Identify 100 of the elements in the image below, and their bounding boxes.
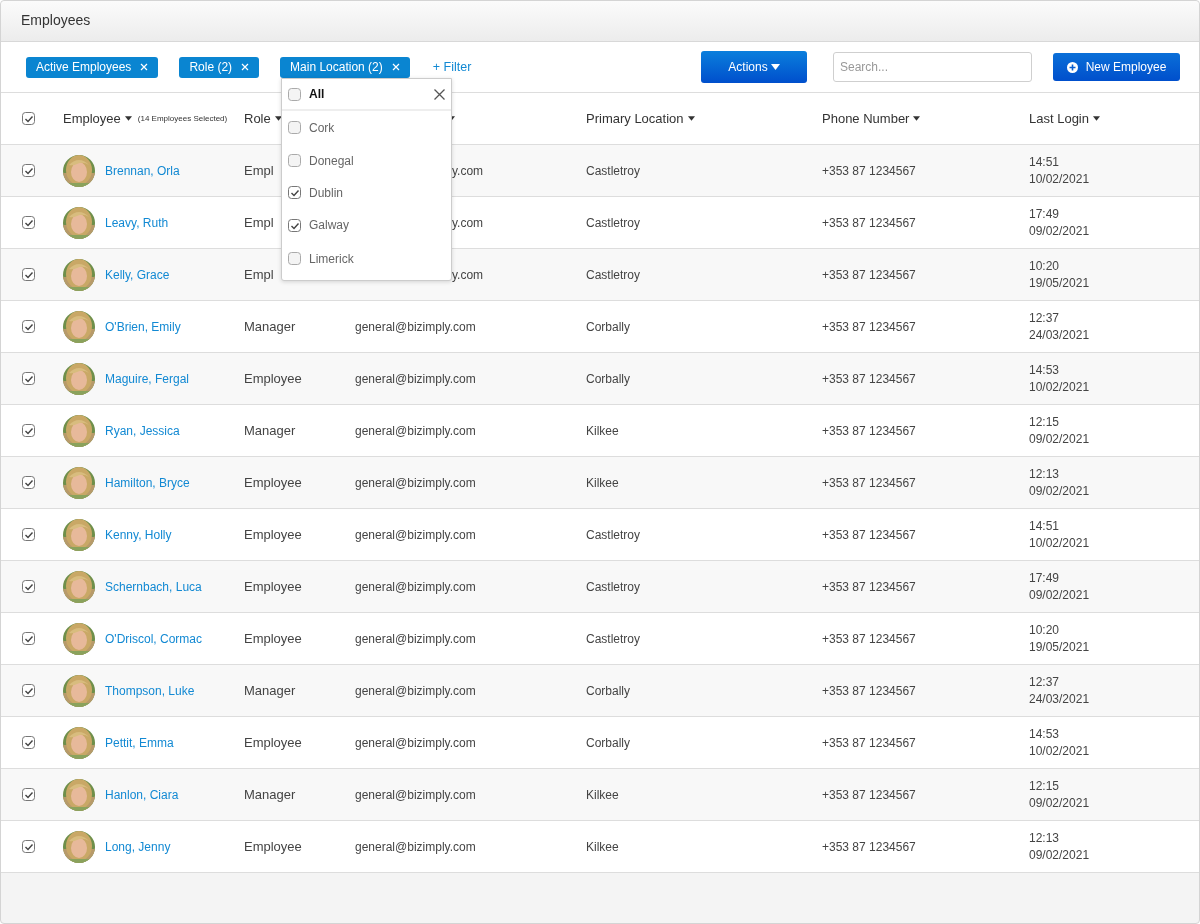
login-date: 09/02/2021 — [1029, 224, 1090, 238]
email-text: general@bizimply.com — [355, 735, 476, 750]
email-text: general@bizimply.com — [355, 371, 476, 386]
location-text: Kilkee — [586, 423, 619, 438]
all-checkbox[interactable] — [288, 87, 301, 101]
column-header[interactable]: Role — [244, 111, 271, 126]
option-checkbox[interactable] — [288, 121, 301, 135]
email-text: general@bizimply.com — [355, 423, 476, 438]
row-checkbox[interactable] — [22, 736, 35, 749]
column-header[interactable]: Last Login — [1029, 111, 1089, 126]
plus-circle-icon — [1066, 61, 1078, 73]
sort-caret-icon[interactable] — [1093, 116, 1100, 121]
employee-name-link[interactable]: Thompson, Luke — [105, 683, 195, 698]
employee-name-link[interactable]: Kelly, Grace — [105, 267, 170, 282]
row-checkbox[interactable] — [22, 632, 35, 645]
login-time: 17:49 — [1029, 207, 1060, 221]
employee-name-link[interactable]: Ryan, Jessica — [105, 423, 180, 438]
employee-name-link[interactable]: Leavy, Ruth — [105, 215, 169, 230]
filter-chip[interactable]: Role (2) — [179, 56, 260, 78]
row-checkbox[interactable] — [22, 580, 35, 593]
email-text: general@bizimply.com — [355, 839, 476, 854]
employee-name-link[interactable]: Long, Jenny — [105, 839, 171, 854]
location-text: Castletroy — [586, 527, 641, 542]
column-header[interactable]: Primary Location — [586, 111, 684, 126]
all-option[interactable]: All — [309, 87, 426, 101]
role-text: Manager — [244, 423, 296, 438]
login-date: 10/02/2021 — [1029, 380, 1090, 394]
employee-name-link[interactable]: O'Driscol, Cormac — [105, 631, 202, 646]
role-text: Employee — [244, 735, 302, 750]
location-option[interactable]: Cork — [282, 111, 451, 145]
filter-chip[interactable]: Main Location (2) — [280, 56, 410, 78]
role-text: Empl — [244, 163, 274, 178]
phone-text: +353 87 1234567 — [822, 267, 916, 282]
location-option[interactable]: Dublin — [282, 176, 451, 209]
login-date: 10/02/2021 — [1029, 536, 1090, 550]
row-checkbox[interactable] — [22, 476, 35, 489]
employee-name-link[interactable]: Kenny, Holly — [105, 527, 172, 542]
option-checkbox[interactable] — [288, 252, 301, 266]
login-date: 09/02/2021 — [1029, 432, 1090, 446]
row-checkbox[interactable] — [22, 268, 35, 281]
search-field[interactable]: Search... — [833, 52, 1032, 82]
select-all-checkbox[interactable] — [22, 112, 35, 125]
row-checkbox[interactable] — [22, 424, 35, 437]
role-text: Employee — [244, 579, 302, 594]
option-checkbox[interactable] — [288, 218, 301, 232]
employee-name-link[interactable]: Hamilton, Bryce — [105, 475, 190, 490]
new-employee-button[interactable]: New Employee — [1053, 53, 1180, 81]
row-checkbox[interactable] — [22, 684, 35, 697]
login-time: 14:51 — [1029, 155, 1060, 169]
role-text: Employee — [244, 839, 302, 854]
location-option[interactable]: Limerick — [282, 242, 451, 276]
email-text: y.com — [452, 215, 484, 230]
location-text: Castletroy — [586, 631, 641, 646]
selection-count: (14 Employees Selected) — [137, 114, 228, 123]
employee-name-link[interactable]: Hanlon, Ciara — [105, 787, 179, 802]
row-checkbox[interactable] — [22, 320, 35, 333]
row-checkbox[interactable] — [22, 372, 35, 385]
employee-name-link[interactable]: Pettit, Emma — [105, 735, 174, 750]
phone-text: +353 87 1234567 — [822, 215, 916, 230]
role-text: Empl — [244, 215, 274, 230]
sort-caret-icon[interactable] — [124, 116, 132, 121]
role-text: Employee — [244, 371, 302, 386]
employee-name-link[interactable]: Maguire, Fergal — [105, 371, 190, 386]
filter-chip[interactable]: Active Employees — [26, 56, 159, 78]
role-text: Manager — [244, 319, 296, 334]
email-text: general@bizimply.com — [355, 475, 476, 490]
row-checkbox[interactable] — [22, 164, 35, 177]
option-checkbox[interactable] — [288, 186, 301, 199]
option-checkbox[interactable] — [288, 154, 301, 167]
actions-button[interactable]: Actions — [701, 51, 807, 83]
login-time: 14:51 — [1029, 519, 1060, 533]
role-text: Empl — [244, 267, 274, 282]
caret-icon — [770, 64, 780, 70]
employee-name-link[interactable]: Brennan, Orla — [105, 163, 180, 178]
row-checkbox[interactable] — [22, 216, 35, 229]
role-text: Employee — [244, 527, 302, 542]
phone-text: +353 87 1234567 — [822, 475, 916, 490]
login-time: 12:37 — [1029, 311, 1060, 325]
add-filter-link[interactable]: + Filter — [432, 60, 472, 74]
employee-name-link[interactable]: O'Brien, Emily — [105, 319, 181, 334]
row-checkbox[interactable] — [22, 840, 35, 853]
employee-name-link[interactable]: Schernbach, Luca — [105, 579, 202, 594]
location-text: Kilkee — [586, 475, 619, 490]
role-text: Employee — [244, 475, 302, 490]
sort-caret-icon[interactable] — [913, 116, 921, 121]
sort-caret-icon[interactable] — [274, 116, 282, 121]
column-header[interactable]: Employee — [63, 111, 121, 126]
role-text: Employee — [244, 631, 302, 646]
row-checkbox[interactable] — [22, 528, 35, 541]
phone-text: +353 87 1234567 — [822, 527, 916, 542]
sort-caret-icon[interactable] — [687, 116, 695, 121]
row-checkbox[interactable] — [22, 788, 35, 801]
phone-text: +353 87 1234567 — [822, 683, 916, 698]
location-option[interactable]: Donegal — [282, 144, 451, 177]
location-text: Corbally — [586, 371, 630, 386]
close-icon[interactable] — [434, 88, 445, 100]
location-text: Corbally — [586, 319, 630, 334]
column-header[interactable]: Phone Number — [822, 111, 910, 126]
phone-text: +353 87 1234567 — [822, 579, 916, 594]
location-option[interactable]: Galway — [282, 208, 451, 242]
